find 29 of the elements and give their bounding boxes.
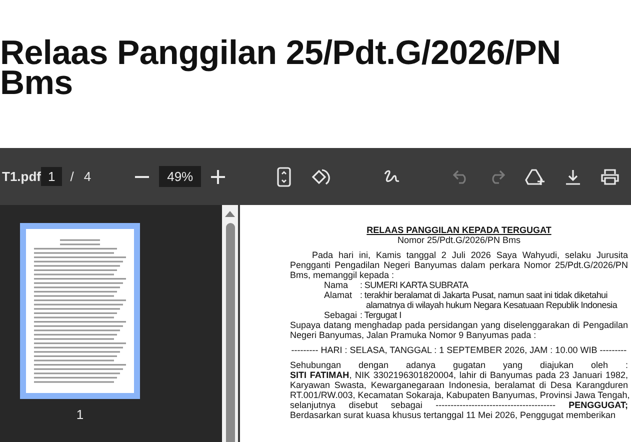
scroll-up-icon[interactable]: [225, 211, 235, 217]
page-separator: /: [69, 169, 75, 184]
page-number-field[interactable]: 1: [41, 167, 62, 186]
redo-icon[interactable]: [489, 170, 506, 184]
rotate-icon[interactable]: [311, 166, 332, 186]
document-paragraph: Pada hari ini, Kamis tanggal 2 Juli 2026 Saya Wahyudi, selaku Jurusita Pengganti Pengadilan Negeri Banyumas dalam perkara Nomor 25/Pdt.G/2026/PN Bms, memanggil kepada :: [290, 250, 628, 280]
fit-page-icon[interactable]: [277, 166, 292, 186]
document-title: RELAAS PANGGILAN KEPADA TERGUGAT: [366, 225, 552, 235]
file-name: T1.pdf: [2, 169, 41, 184]
field-label: Alamat: [324, 290, 354, 302]
field-value: : terakhir beralamat di Jakarta Pusat, namun saat ini tidak diketahui alamatnya di wilayah hukum Negara Kesatuaan Republik Indonesia: [360, 290, 618, 310]
field-label: Sebagai: [324, 310, 358, 320]
field-label: Nama: [324, 280, 350, 290]
drive-add-icon[interactable]: [525, 168, 546, 186]
field-value: : SUMERI KARTA SUBRATA: [360, 280, 468, 290]
document-paragraph: Supaya datang menghadap pada persidangan yang diselenggarakan di Pengadilan Negeri Banyumas, Jalan Pramuka Nomor 9 Banyumas pada :: [290, 320, 628, 340]
hearing-schedule: --------- HARI : SELASA, TANGGAL : 1 SEPTEMBER 2026, JAM : 10.00 WIB ---------: [290, 345, 628, 355]
page-heading: Relaas Panggilan 25/Pdt.G/2026/PN Bms: [0, 38, 562, 98]
field-value: : Tergugat I: [360, 310, 402, 320]
document-number: Nomor 25/Pdt.G/2026/PN Bms: [396, 235, 522, 245]
thumbnail-page-number: 1: [76, 407, 84, 422]
download-icon[interactable]: [565, 168, 582, 184]
document-paragraph: Sehubungan dengan adanya gugatan yang diajukan oleh : SITI FATIMAH, NIK 3302196301820004, lahir di Banyumas pada 23 Januari 1982, Karyawan Swasta, Kewarganegaraan Indonesia, beralamat di Desa Karangduren RT.001/RW.003, Kecamatan Sokaraja, Kabupaten Banyumas, Provinsi Jawa Tengah, selanjutnya disebut sebagai ---------------------------------------- PENGGUGAT; Berdasarkan surat kuasa khusus tertanggal 11 Mei 2026, Penggugat memberikan: [290, 360, 628, 420]
page-count: 4: [82, 169, 92, 184]
print-icon[interactable]: [601, 168, 620, 184]
zoom-field[interactable]: 49%: [159, 166, 202, 187]
page-thumbnail[interactable]: [20, 223, 140, 399]
zoom-in-icon[interactable]: [211, 170, 226, 184]
scrollbar[interactable]: [222, 205, 238, 442]
